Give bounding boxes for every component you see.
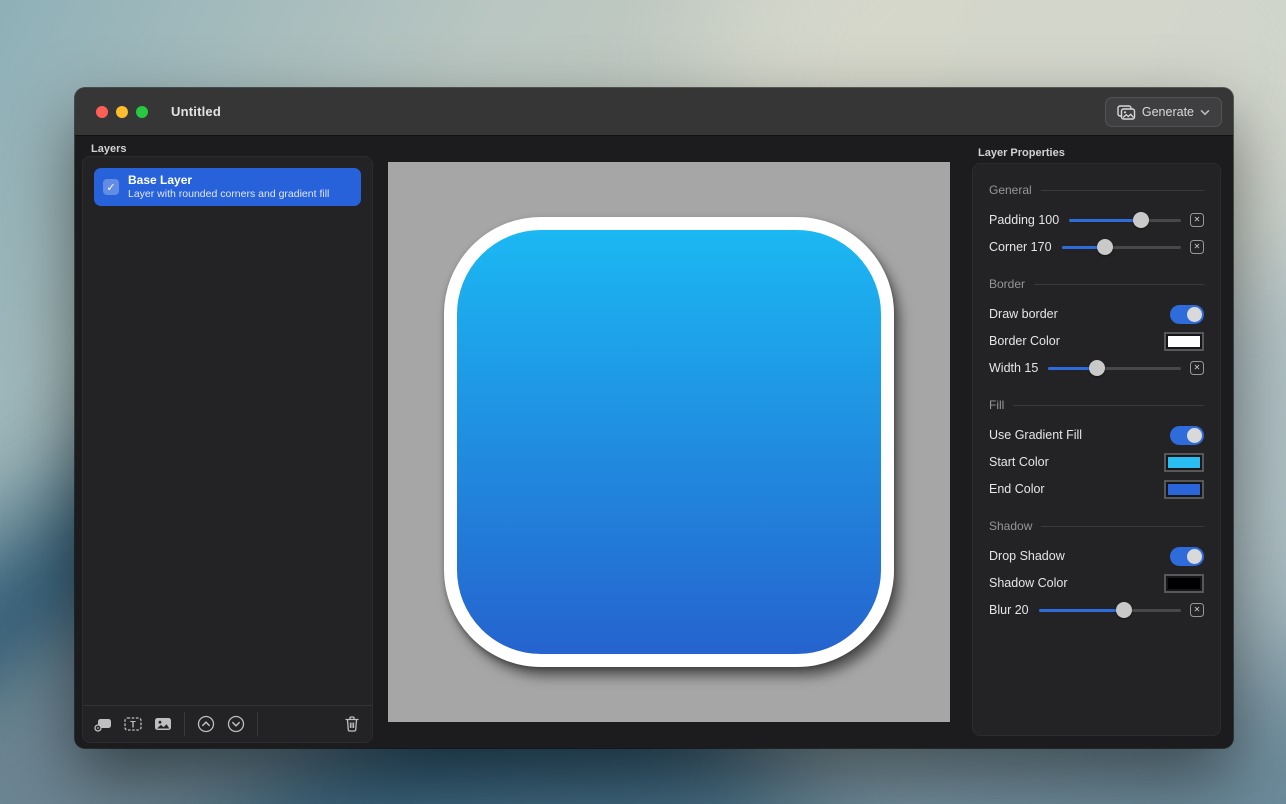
layer-properties-panel: General Padding 100 ✕ Corner 170 — [972, 163, 1221, 736]
titlebar: Untitled Generate — [75, 88, 1233, 136]
padding-slider[interactable] — [1069, 212, 1181, 228]
padding-label: Padding 100 — [989, 213, 1059, 227]
generate-button[interactable]: Generate — [1105, 97, 1222, 127]
drop-shadow-toggle[interactable] — [1170, 547, 1204, 566]
slider-thumb[interactable] — [1133, 212, 1149, 228]
preview-shape — [444, 217, 894, 667]
end-color-label: End Color — [989, 482, 1045, 496]
draw-border-toggle[interactable] — [1170, 305, 1204, 324]
shadow-blur-label: Blur 20 — [989, 603, 1029, 617]
zoom-button[interactable] — [136, 106, 148, 118]
slider-fill — [1069, 219, 1141, 223]
window-content: Layers ✓ Base Layer Layer with rounded c… — [75, 136, 1233, 747]
slider-thumb[interactable] — [1097, 239, 1113, 255]
section-rule — [1041, 526, 1204, 527]
toggle-knob — [1187, 307, 1202, 322]
section-rule — [1041, 190, 1204, 191]
border-color-label: Border Color — [989, 334, 1060, 348]
swatch-fill — [1168, 336, 1200, 347]
section-general-head: General — [989, 179, 1204, 201]
layer-subtitle: Layer with rounded corners and gradient … — [128, 188, 329, 201]
start-color-label: Start Color — [989, 455, 1049, 469]
section-fill-title: Fill — [989, 398, 1004, 412]
app-window: Untitled Generate Layers ✓ Ba — [75, 88, 1233, 748]
layer-properties-header: Layer Properties — [978, 147, 1065, 159]
window-title: Untitled — [171, 104, 221, 119]
layers-toolbar: T — [83, 705, 372, 742]
toolbar-separator — [184, 712, 185, 736]
chevron-down-icon — [1200, 109, 1210, 116]
corner-row: Corner 170 ✕ — [989, 234, 1204, 260]
swatch-fill — [1168, 578, 1200, 589]
toggle-knob — [1187, 549, 1202, 564]
drop-shadow-row: Drop Shadow — [989, 543, 1204, 569]
border-width-label: Width 15 — [989, 361, 1038, 375]
border-width-slider[interactable] — [1048, 360, 1181, 376]
corner-reset-button[interactable]: ✕ — [1190, 240, 1204, 254]
section-shadow-head: Shadow — [989, 515, 1204, 537]
shadow-color-label: Shadow Color — [989, 576, 1068, 590]
section-general: General Padding 100 ✕ Corner 170 — [989, 179, 1204, 260]
layer-visibility-checkbox[interactable]: ✓ — [103, 179, 119, 195]
move-layer-up-icon[interactable] — [197, 715, 215, 733]
shadow-color-swatch[interactable] — [1164, 574, 1204, 593]
generate-button-label: Generate — [1142, 105, 1194, 119]
section-fill-head: Fill — [989, 394, 1204, 416]
svg-text:T: T — [130, 719, 136, 729]
padding-row: Padding 100 ✕ — [989, 207, 1204, 233]
padding-reset-button[interactable]: ✕ — [1190, 213, 1204, 227]
minimize-button[interactable] — [116, 106, 128, 118]
slider-thumb[interactable] — [1116, 602, 1132, 618]
section-rule — [1013, 405, 1204, 406]
border-width-row: Width 15 ✕ — [989, 355, 1204, 381]
corner-slider[interactable] — [1062, 239, 1181, 255]
section-shadow: Shadow Drop Shadow Shadow Color Blur — [989, 515, 1204, 623]
end-color-swatch[interactable] — [1164, 480, 1204, 499]
border-width-reset-button[interactable]: ✕ — [1190, 361, 1204, 375]
start-color-swatch[interactable] — [1164, 453, 1204, 472]
shadow-color-row: Shadow Color — [989, 570, 1204, 596]
draw-border-label: Draw border — [989, 307, 1058, 321]
layer-list-item[interactable]: ✓ Base Layer Layer with rounded corners … — [94, 168, 361, 206]
canvas-preview — [388, 162, 950, 722]
section-border-title: Border — [989, 277, 1025, 291]
toolbar-separator — [257, 712, 258, 736]
layer-text: Base Layer Layer with rounded corners an… — [128, 173, 329, 201]
section-rule — [1034, 284, 1204, 285]
delete-layer-trash-icon[interactable] — [343, 715, 361, 733]
photos-stack-icon — [1117, 105, 1136, 120]
close-button[interactable] — [96, 106, 108, 118]
corner-label: Corner 170 — [989, 240, 1052, 254]
border-color-swatch[interactable] — [1164, 332, 1204, 351]
border-color-row: Border Color — [989, 328, 1204, 354]
end-color-row: End Color — [989, 476, 1204, 502]
add-text-layer-icon[interactable]: T — [124, 715, 142, 733]
move-layer-down-icon[interactable] — [227, 715, 245, 733]
swatch-fill — [1168, 457, 1200, 468]
add-image-layer-icon[interactable] — [154, 715, 172, 733]
layers-panel: ✓ Base Layer Layer with rounded corners … — [82, 156, 373, 743]
section-border-head: Border — [989, 273, 1204, 295]
add-shape-layer-icon[interactable] — [94, 715, 112, 733]
slider-fill — [1039, 609, 1124, 613]
layers-header: Layers — [91, 143, 126, 155]
traffic-lights — [96, 106, 148, 118]
swatch-fill — [1168, 484, 1200, 495]
shadow-blur-slider[interactable] — [1039, 602, 1181, 618]
drop-shadow-label: Drop Shadow — [989, 549, 1065, 563]
start-color-row: Start Color — [989, 449, 1204, 475]
draw-border-row: Draw border — [989, 301, 1204, 327]
use-gradient-toggle[interactable] — [1170, 426, 1204, 445]
toggle-knob — [1187, 428, 1202, 443]
section-shadow-title: Shadow — [989, 519, 1032, 533]
shadow-blur-row: Blur 20 ✕ — [989, 597, 1204, 623]
layer-title: Base Layer — [128, 173, 329, 188]
section-border: Border Draw border Border Color Width — [989, 273, 1204, 381]
use-gradient-row: Use Gradient Fill — [989, 422, 1204, 448]
use-gradient-label: Use Gradient Fill — [989, 428, 1082, 442]
section-fill: Fill Use Gradient Fill Start Color En — [989, 394, 1204, 502]
section-general-title: General — [989, 183, 1032, 197]
shadow-blur-reset-button[interactable]: ✕ — [1190, 603, 1204, 617]
slider-thumb[interactable] — [1089, 360, 1105, 376]
